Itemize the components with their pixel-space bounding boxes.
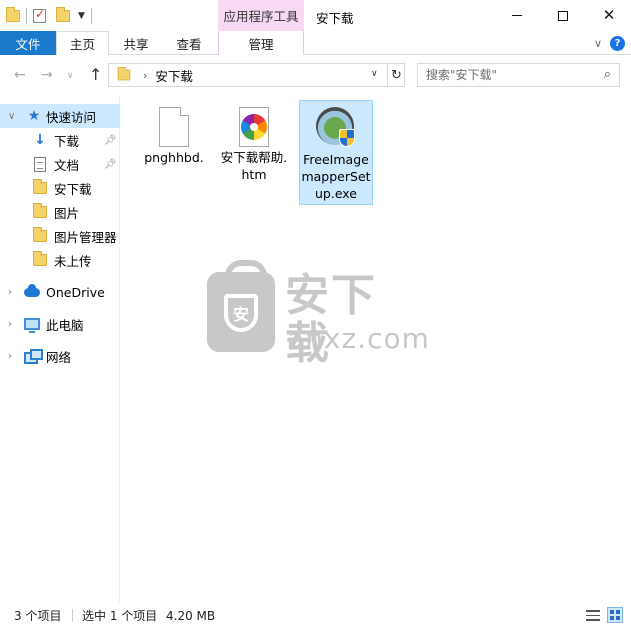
collapse-chevron-icon[interactable]: ∨ [8,111,15,122]
folder-icon [32,251,48,268]
maximize-icon [558,10,568,21]
file-name: FreeImagemapperSetup.exe [301,152,371,201]
nav-item-label: 快速访问 [46,109,97,125]
folder-icon [32,203,48,220]
nav-item-downloads[interactable]: ↓ 下载 📌︎ [0,128,120,152]
nav-item-label: OneDrive [46,284,105,300]
watermark-bag-icon: 安 [207,260,275,352]
tab-file[interactable]: 文件 [0,31,56,55]
nav-item-label: 图片管理器 [54,229,117,245]
file-item[interactable]: 安下载帮助.htm [217,100,291,185]
cloud-icon [24,283,40,300]
minimize-icon [512,15,522,16]
address-history-chevron-icon[interactable]: ∨ [371,69,378,79]
nav-item-this-pc[interactable]: › 此电脑 [0,312,120,336]
nav-item-onedrive[interactable]: › OneDrive [0,280,120,304]
nav-item-label: 未上传 [54,253,92,269]
large-icons-view-icon[interactable] [607,607,623,623]
installer-exe-icon [314,105,358,149]
search-icon[interactable]: ⌕ [604,67,611,82]
quick-access-toolbar: ▼ [6,6,98,26]
htm-file-icon [239,107,269,147]
pin-icon[interactable]: 📌︎ [104,159,117,170]
file-name: 安下载帮助.htm [220,150,288,182]
app-tools-tab-group: 应用程序工具 [218,0,304,31]
nav-item-label: 文档 [54,157,80,173]
document-icon [32,156,48,172]
toolbar-divider [90,8,92,24]
network-icon [24,348,43,364]
maximize-button[interactable] [540,0,586,31]
tab-manage[interactable]: 管理 [218,31,304,55]
recent-locations-chevron-icon[interactable]: ∨ [67,71,74,81]
search-box[interactable]: ⌕ [417,63,620,87]
expand-chevron-icon[interactable]: › [8,351,12,362]
file-item[interactable]: pnghhbd. [137,100,211,168]
search-input[interactable] [418,68,588,82]
selection-count: 选中 1 个项目 [82,609,158,623]
folder-icon [117,66,131,81]
customize-toolbar-dropdown-icon[interactable]: ▼ [78,11,85,21]
properties-icon[interactable] [33,7,46,23]
watermark-logo: 安 安下载 anxz.com [207,260,429,368]
chevron-down-icon[interactable]: ∨ [594,37,602,50]
address-bar[interactable]: › 安下载 ∨ ↻ [108,63,405,87]
navigation-pane: ∨ ★ 快速访问 ↓ 下载 📌︎ 文档 📌︎ 安下载 图片 图片管理器 未上传 … [0,95,120,603]
close-button[interactable]: ✕ [586,0,631,31]
item-count: 3 个项目 [14,609,62,623]
tab-home[interactable]: 主页 [56,31,109,56]
file-list[interactable]: pnghhbd. 安下载帮助.htm FreeImagemapperSetup.… [121,95,631,603]
nav-item-label: 网络 [46,349,72,365]
folder-icon [32,227,48,244]
forward-arrow-icon[interactable]: → [41,67,53,83]
close-icon: ✕ [602,6,616,24]
back-arrow-icon[interactable]: ← [14,67,26,83]
help-icon[interactable]: ? [610,36,625,51]
status-divider [72,609,73,622]
selection-size: 4.20 MB [166,608,216,623]
star-icon: ★ [27,108,41,124]
folder-icon [6,7,20,22]
minimize-button[interactable] [494,0,540,31]
nav-item-label: 此电脑 [46,317,84,333]
nav-item-quick-access[interactable]: ∨ ★ 快速访问 [0,104,120,128]
nav-item-pictures[interactable]: 图片 [0,200,120,224]
watermark-text-en: anxz.com [287,322,430,355]
file-name: pnghhbd. [144,150,204,165]
nav-item-anxz[interactable]: 安下载 [0,176,120,200]
nav-item-label: 安下载 [54,181,92,197]
computer-icon [24,316,40,333]
blank-file-icon [159,107,189,147]
ribbon-right-controls: ∨ ? [594,36,625,51]
nav-item-not-uploaded[interactable]: 未上传 [0,248,120,272]
nav-item-documents[interactable]: 文档 📌︎ [0,152,120,176]
file-item-selected[interactable]: FreeImagemapperSetup.exe [299,100,373,205]
title-bar: ▼ 应用程序工具 安下载 ✕ [0,0,631,31]
nav-item-label: 下载 [54,133,80,149]
nav-item-network[interactable]: › 网络 [0,344,120,368]
details-view-icon[interactable] [586,610,600,621]
watermark-badge: 安 [224,294,258,332]
expand-chevron-icon[interactable]: › [8,287,12,298]
up-arrow-icon[interactable]: ↑ [89,65,102,84]
tab-view[interactable]: 查看 [165,31,213,55]
ribbon-tabs: 文件 主页 共享 查看 管理 ∨ ? [0,31,631,56]
download-icon: ↓ [34,132,46,148]
nav-item-label: 图片 [54,205,80,221]
new-folder-icon[interactable] [56,7,70,22]
expand-chevron-icon[interactable]: › [8,319,12,330]
breadcrumb-item[interactable]: 安下载 [155,66,193,85]
refresh-icon[interactable]: ↻ [387,64,405,86]
tab-share[interactable]: 共享 [112,31,160,55]
toolbar-divider [26,8,27,24]
status-bar: 3 个项目 选中 1 个项目 4.20 MB [0,603,631,628]
window-title: 安下载 [316,11,354,26]
nav-item-picture-manager[interactable]: 图片管理器 [0,224,120,248]
folder-icon [32,179,48,196]
breadcrumb-separator[interactable]: › [143,69,147,82]
pin-icon[interactable]: 📌︎ [104,135,117,146]
address-row: ← → ∨ ↑ › 安下载 ∨ ↻ ⌕ [0,55,631,95]
